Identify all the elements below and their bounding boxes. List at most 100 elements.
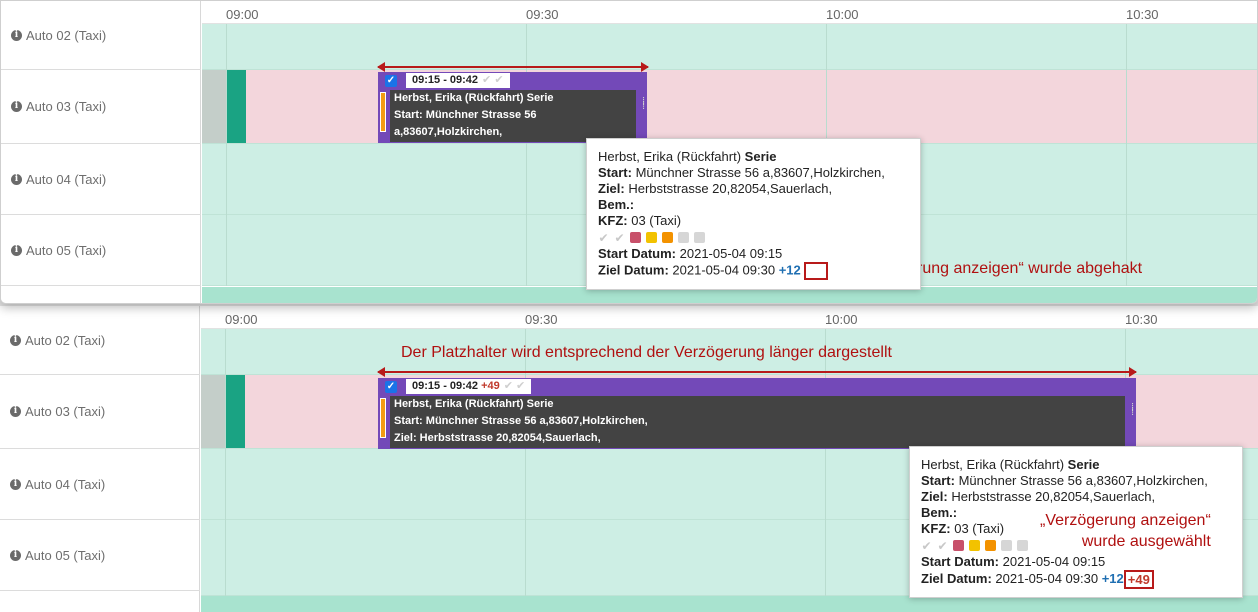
- status-checks-icon: ✔ ✔: [503, 380, 526, 392]
- tooltip-label: Ziel Datum:: [921, 570, 992, 586]
- delay-plus: +12: [778, 262, 801, 278]
- tooltip-value: Herbststrasse 20,82054,Sauerlach,: [951, 489, 1156, 504]
- time-tick: 09:00: [226, 7, 259, 22]
- tooltip-value: 2021-05-04 09:15: [1002, 554, 1106, 569]
- grid-line: [225, 329, 226, 612]
- annotation-headline: Der Platzhalter wird entsprechend der Ve…: [401, 344, 892, 361]
- tooltip-label: Start:: [598, 165, 632, 180]
- annotation-checked: „Verzögerung anzeigen“ wurde ausgewählt: [1040, 510, 1211, 552]
- checkbox-checked-icon[interactable]: ✓: [385, 381, 397, 393]
- status-dot: [1017, 540, 1028, 551]
- orange-status-bar: [380, 92, 386, 132]
- resize-grip-icon[interactable]: ⁞ ⁞: [642, 97, 645, 112]
- check-icon: ✔: [921, 538, 932, 553]
- row-label-text: Auto 05 (Taxi): [26, 242, 107, 258]
- row-label-auto-05[interactable]: i Auto 05 (Taxi): [0, 520, 200, 591]
- checkbox-checked-icon[interactable]: ✓: [385, 75, 397, 87]
- tooltip-label: Start Datum:: [598, 246, 677, 261]
- status-dot: [646, 232, 657, 243]
- grid-line: [226, 24, 227, 286]
- tooltip-value: Münchner Strasse 56 a,83607,Holzkirchen,: [958, 473, 1208, 488]
- row-label-text: Auto 02 (Taxi): [26, 27, 107, 43]
- row-label-auto-02[interactable]: i Auto 02 (Taxi): [0, 306, 200, 375]
- info-icon[interactable]: i: [11, 29, 22, 41]
- row-label-auto-03[interactable]: i Auto 03 (Taxi): [0, 375, 200, 449]
- tooltip-name: Herbst, Erika (Rückfahrt): [598, 149, 742, 164]
- tooltip-label: Bem.:: [921, 505, 958, 520]
- status-dot: [985, 540, 996, 551]
- blocked-slot: [201, 375, 226, 448]
- info-icon[interactable]: i: [11, 244, 22, 256]
- booking-line: Herbst, Erika (Rückfahrt) Serie: [394, 398, 554, 410]
- tooltip-name: Herbst, Erika (Rückfahrt): [921, 457, 1065, 472]
- info-icon[interactable]: i: [11, 173, 22, 185]
- tooltip-label: KFZ:: [921, 521, 951, 536]
- tooltip-value: 03 (Taxi): [954, 521, 1005, 536]
- info-icon[interactable]: i: [10, 406, 21, 417]
- tooltip-value: Herbststrasse 20,82054,Sauerlach,: [628, 181, 833, 196]
- lane-auto-02[interactable]: [202, 24, 1257, 70]
- info-icon[interactable]: i: [10, 549, 21, 561]
- row-label-text: Auto 03 (Taxi): [26, 99, 107, 114]
- grid-line: [1126, 24, 1127, 286]
- tooltip-label: Start Datum:: [921, 554, 1000, 569]
- booking-tooltip: Herbst, Erika (Rückfahrt) Serie Start: M…: [586, 138, 921, 290]
- booking-line: Herbst, Erika (Rückfahrt) Serie: [394, 92, 554, 104]
- highlight-box-empty: [804, 262, 829, 280]
- status-dot: [969, 540, 980, 551]
- status-dot: [630, 232, 641, 243]
- status-dot: [662, 232, 673, 243]
- tooltip-label: Ziel:: [598, 181, 625, 196]
- booking-time-label: 09:15 - 09:42 +49 ✔ ✔: [406, 379, 532, 394]
- booking-block[interactable]: ✓ 09:15 - 09:42 ✔ ✔ Herbst, Erika (Rückfa…: [378, 72, 647, 143]
- vehicle-label-column: i Auto 02 (Taxi) i Auto 03 (Taxi) i Auto 04…: [1, 1, 201, 303]
- booking-delay: +49: [481, 380, 500, 392]
- booking-details: Herbst, Erika (Rückfahrt) Serie Start: M…: [390, 396, 1125, 448]
- scheduler-panel-before: i Auto 02 (Taxi) i Auto 03 (Taxi) i Auto 04…: [0, 0, 1258, 304]
- row-label-text: Auto 02 (Taxi): [25, 332, 106, 348]
- booking-time-label: 09:15 - 09:42 ✔ ✔: [406, 73, 510, 88]
- tooltip-value: 2021-05-04 09:15: [679, 246, 783, 261]
- row-label-auto-05[interactable]: i Auto 05 (Taxi): [1, 215, 201, 286]
- orange-status-bar: [380, 398, 386, 438]
- tooltip-label: Ziel Datum:: [598, 262, 669, 278]
- row-label-auto-02[interactable]: i Auto 02 (Taxi): [1, 1, 201, 70]
- time-tick: 09:30: [525, 312, 558, 327]
- status-dot: [694, 232, 705, 243]
- lane-auto-03[interactable]: [202, 70, 1257, 144]
- tooltip-label: Bem.:: [598, 197, 635, 212]
- info-icon[interactable]: i: [10, 334, 21, 346]
- annotation-line: wurde ausgewählt: [1081, 533, 1211, 550]
- booking-details: Herbst, Erika (Rückfahrt) Serie Start: M…: [390, 90, 636, 142]
- grid-line: [526, 24, 527, 286]
- row-label-auto-03[interactable]: i Auto 03 (Taxi): [1, 70, 201, 144]
- tooltip-label: KFZ:: [598, 213, 628, 228]
- status-dot: [678, 232, 689, 243]
- row-label-text: Auto 05 (Taxi): [25, 547, 106, 563]
- row-label-auto-04[interactable]: i Auto 04 (Taxi): [1, 144, 201, 215]
- row-label-auto-04[interactable]: i Auto 04 (Taxi): [0, 449, 200, 520]
- delay-plus: +12: [1101, 570, 1124, 586]
- row-label-text: Auto 04 (Taxi): [26, 171, 107, 187]
- tooltip-serie: Serie: [1067, 457, 1100, 472]
- scheduler-panel-after: i Auto 02 (Taxi) i Auto 03 (Taxi) i Auto 04…: [0, 306, 1258, 612]
- duration-arrow: [377, 367, 1137, 377]
- booking-line: Start: Münchner Strasse 56 a,83607,Holzk…: [394, 415, 648, 427]
- resize-grip-icon[interactable]: ⁞ ⁞: [1131, 403, 1134, 418]
- timeline-footer: [201, 596, 1258, 612]
- vehicle-label-column: i Auto 02 (Taxi) i Auto 03 (Taxi) i Auto 04…: [0, 306, 200, 612]
- booking-block[interactable]: ✓ 09:15 - 09:42 +49 ✔ ✔ Herbst, Erika (Rü…: [378, 378, 1136, 449]
- status-dot: [1001, 540, 1012, 551]
- status-dot: [953, 540, 964, 551]
- tooltip-label: Start:: [921, 473, 955, 488]
- booking-time: 09:15 - 09:42: [412, 380, 479, 392]
- info-icon[interactable]: i: [11, 101, 22, 112]
- info-icon[interactable]: i: [10, 478, 21, 490]
- tooltip-serie: Serie: [744, 149, 777, 164]
- current-time-marker: [226, 375, 245, 448]
- booking-line: Start: Münchner Strasse 56: [394, 109, 537, 121]
- check-icon: ✔: [937, 538, 948, 553]
- time-tick: 10:30: [1125, 312, 1158, 327]
- row-label-text: Auto 04 (Taxi): [25, 476, 106, 492]
- tooltip-value: 03 (Taxi): [631, 213, 682, 228]
